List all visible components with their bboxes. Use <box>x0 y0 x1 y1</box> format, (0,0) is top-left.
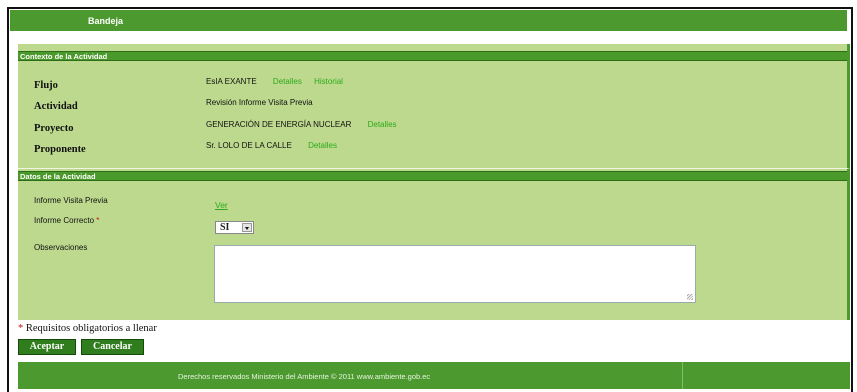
resize-grip-icon[interactable] <box>687 294 693 300</box>
context-section: Contexto de la Actividad Flujo EsIA EXAN… <box>18 44 850 168</box>
activity-section: Datos de la Actividad Informe Visita Pre… <box>18 168 850 320</box>
footer-divider <box>682 362 683 389</box>
dropdown-arrow-icon[interactable] <box>242 223 252 232</box>
flujo-value: EsIA EXANTE <box>206 77 257 86</box>
proyecto-value: GENERACIÓN DE ENERGÍA NUCLEAR <box>206 120 352 129</box>
cancelar-button[interactable]: Cancelar <box>81 339 144 355</box>
required-asterisk: * <box>96 216 100 225</box>
footer: Derechos reservados Ministerio del Ambie… <box>18 362 850 389</box>
proponente-value: Sr. LOLO DE LA CALLE <box>206 141 292 150</box>
informe-correcto-label-row: Informe Correcto * <box>34 216 99 225</box>
required-note-text: Requisitos obligatorios a llenar <box>25 323 157 334</box>
required-note-asterisk: * <box>18 323 24 334</box>
proyecto-value-row: GENERACIÓN DE ENERGÍA NUCLEAR Detalles <box>206 120 397 129</box>
informe-correcto-label: Informe Correcto <box>34 216 95 225</box>
context-header: Contexto de la Actividad <box>18 51 847 61</box>
actividad-value: Revisión Informe Visita Previa <box>206 98 313 107</box>
footer-text: Derechos reservados Ministerio del Ambie… <box>178 372 431 381</box>
proponente-label: Proponente <box>34 144 86 155</box>
proponente-value-row: Sr. LOLO DE LA CALLE Detalles <box>206 141 337 150</box>
actividad-label: Actividad <box>34 101 78 112</box>
ver-link[interactable]: Ver <box>215 200 228 210</box>
flujo-label: Flujo <box>34 80 58 91</box>
informe-correcto-select[interactable]: SI <box>215 221 254 234</box>
proyecto-label: Proyecto <box>34 123 74 134</box>
proponente-detalles-link[interactable]: Detalles <box>308 141 337 150</box>
activity-header: Datos de la Actividad <box>18 171 847 181</box>
flujo-value-row: EsIA EXANTE Detalles Historial <box>206 77 343 86</box>
observaciones-label: Observaciones <box>34 243 88 252</box>
flujo-historial-link[interactable]: Historial <box>314 77 343 86</box>
proyecto-detalles-link[interactable]: Detalles <box>368 120 397 129</box>
required-note: * Requisitos obligatorios a llenar <box>18 323 157 334</box>
tab-bandeja[interactable]: Bandeja <box>10 10 847 31</box>
tab-bandeja-label: Bandeja <box>88 16 124 26</box>
aceptar-button[interactable]: Aceptar <box>18 339 76 355</box>
informe-correcto-value: SI <box>220 222 230 233</box>
flujo-detalles-link[interactable]: Detalles <box>273 77 302 86</box>
observaciones-textarea[interactable] <box>214 245 696 303</box>
informe-visita-label: Informe Visita Previa <box>34 196 108 205</box>
